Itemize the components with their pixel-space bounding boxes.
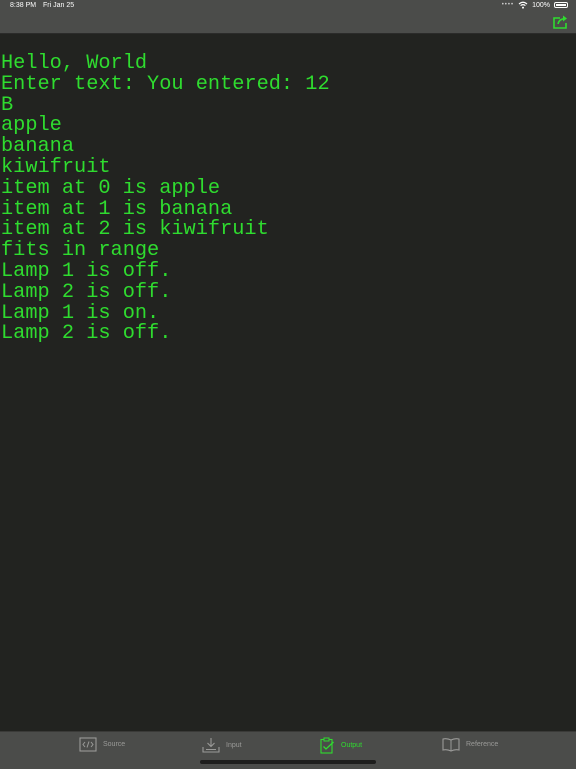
output-line: item at 1 is banana — [1, 197, 233, 221]
output-line: Hello, World — [1, 52, 148, 75]
tab-output[interactable]: Output — [319, 737, 362, 754]
output-line: kiwifruit — [1, 155, 111, 179]
status-indicators: •••• 100% — [502, 1, 568, 9]
output-line: banana — [1, 135, 75, 159]
code-icon — [79, 737, 97, 752]
output-line: item at 2 is kiwifruit — [1, 218, 269, 242]
wifi-icon — [518, 1, 528, 9]
status-time: 8:38 PM — [10, 2, 37, 9]
home-indicator — [200, 760, 376, 764]
tab-output-label: Output — [341, 742, 363, 749]
tab-reference[interactable]: Reference — [442, 737, 498, 752]
clipboard-check-icon — [320, 737, 334, 754]
signal-dots: •••• — [501, 2, 515, 8]
status-date: Fri Jan 25 — [43, 2, 75, 9]
output-line: item at 0 is apple — [1, 176, 221, 200]
book-icon — [442, 738, 460, 752]
output-console: Hello, World Enter text: You entered: 12… — [0, 52, 576, 346]
battery-percent: 100% — [532, 1, 550, 9]
output-line: B — [1, 93, 14, 117]
tab-input[interactable]: Input — [202, 737, 242, 753]
output-line: Lamp 1 is off. — [1, 259, 172, 283]
output-line: apple — [1, 114, 62, 138]
share-icon — [553, 15, 567, 29]
tab-reference-label: Reference — [466, 741, 499, 748]
tab-source-label: Source — [103, 741, 126, 748]
tab-input-label: Input — [226, 741, 242, 749]
output-line: Lamp 2 is off. — [1, 280, 172, 304]
download-tray-icon — [202, 738, 220, 753]
output-line: Enter text: You entered: 12 — [1, 72, 330, 96]
navigation-bar: 8:38 PM Fri Jan 25 •••• 100% — [0, 0, 576, 34]
output-line: Lamp 1 is on. — [1, 301, 160, 325]
output-line: Lamp 2 is off. — [1, 322, 172, 346]
share-button[interactable] — [552, 14, 570, 30]
output-line: fits in range — [1, 239, 160, 263]
battery-icon — [554, 2, 568, 8]
tab-source[interactable]: Source — [79, 737, 125, 752]
